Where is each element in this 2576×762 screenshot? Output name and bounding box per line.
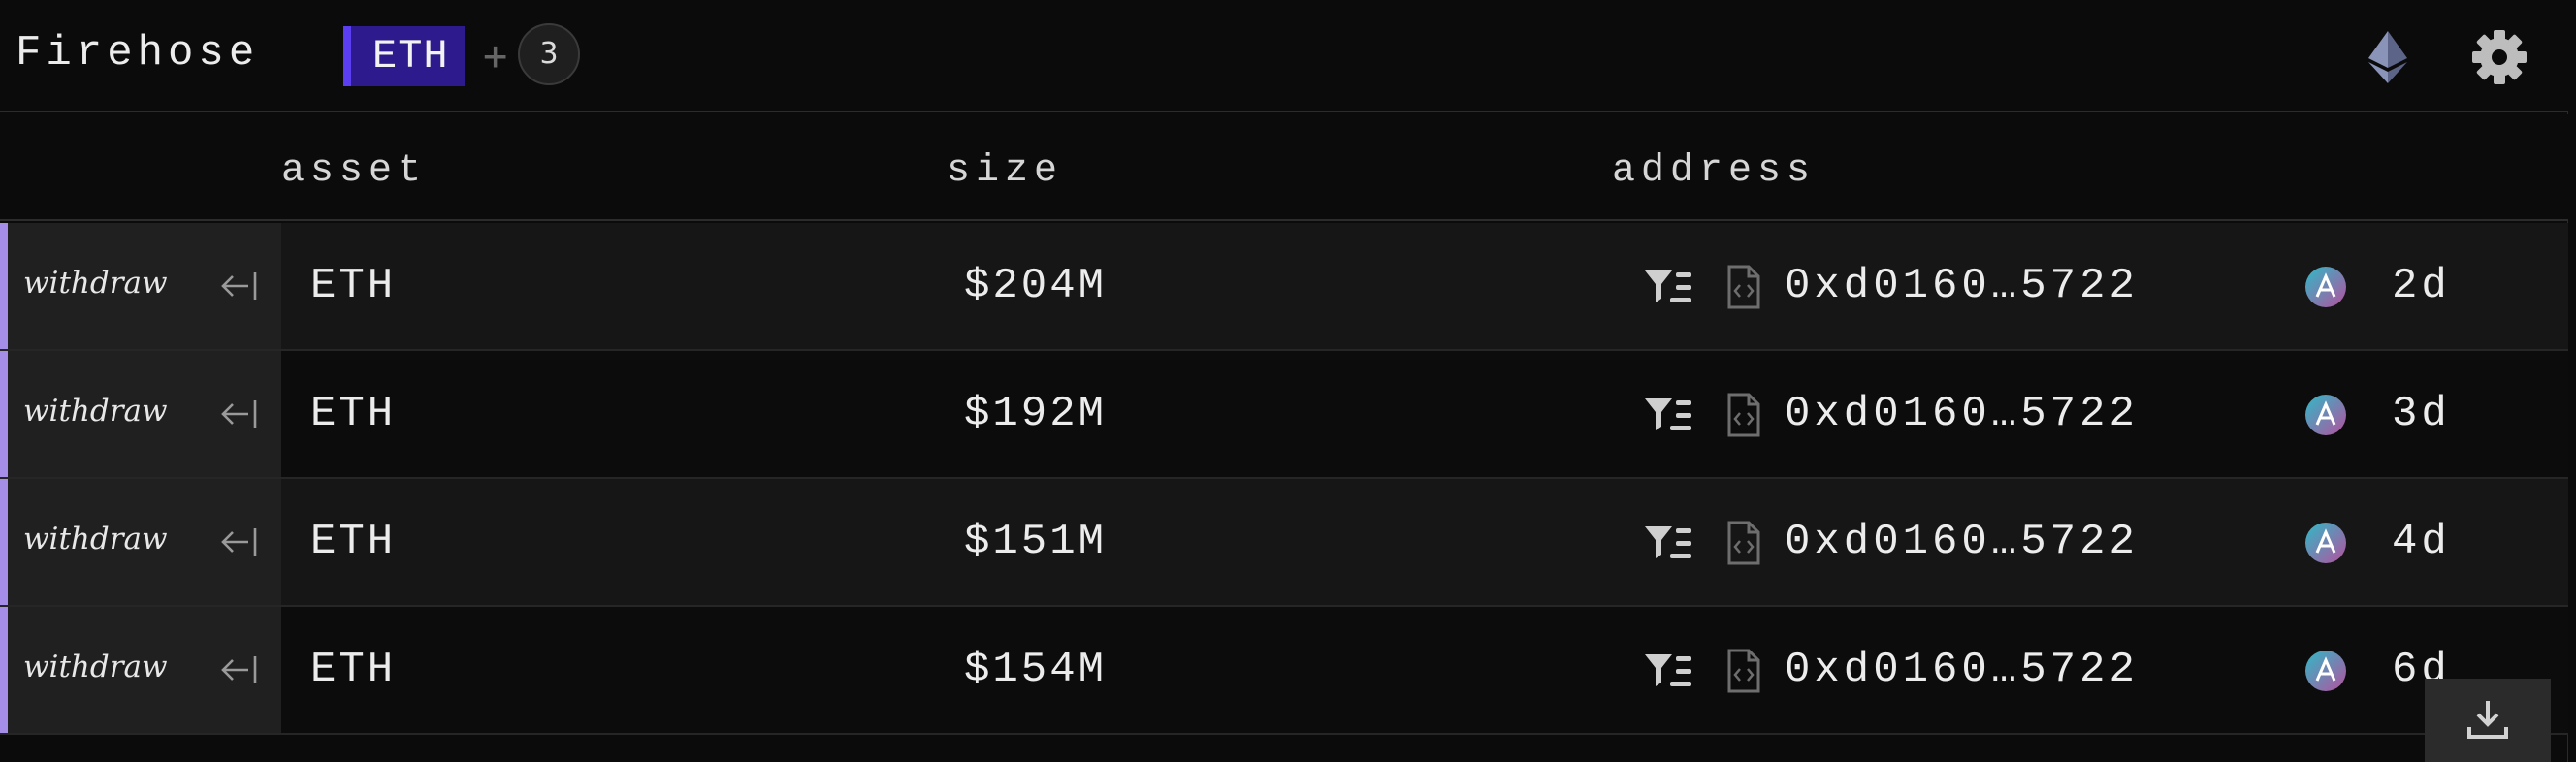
- table-row[interactable]: withdraw ETH $151M 0xd0160…5722 4d: [0, 479, 2568, 607]
- size-cell: $151M: [964, 518, 1108, 566]
- column-header-size[interactable]: size: [947, 149, 1063, 193]
- filter-list-icon[interactable]: [1643, 396, 1693, 436]
- row-type-label: withdraw: [23, 522, 168, 556]
- type-cell: withdraw: [8, 351, 281, 477]
- download-button[interactable]: [2425, 679, 2551, 762]
- aave-icon: [2305, 395, 2346, 435]
- age-cell: 3d: [2392, 390, 2451, 438]
- column-header-asset[interactable]: asset: [281, 149, 427, 193]
- asset-cell: ETH: [310, 262, 397, 310]
- row-accent: [0, 607, 8, 733]
- table-row[interactable]: withdraw ETH $192M 0xd0160…5722 3d: [0, 351, 2568, 479]
- aave-icon: [2305, 651, 2346, 691]
- download-icon: [2467, 701, 2508, 739]
- ethereum-icon[interactable]: [2365, 29, 2411, 85]
- address-cell[interactable]: 0xd0160…5722: [1785, 646, 2139, 694]
- table-row[interactable]: withdraw ETH $204M 0xd0160…5722 2d: [0, 223, 2568, 351]
- add-filter-button[interactable]: +: [483, 33, 507, 79]
- filter-list-icon[interactable]: [1643, 268, 1693, 308]
- top-bar: Firehose ETH + 3: [0, 0, 2568, 112]
- address-cell[interactable]: 0xd0160…5722: [1785, 518, 2139, 566]
- size-cell: $192M: [964, 390, 1108, 438]
- row-type-label: withdraw: [23, 394, 168, 429]
- type-cell: withdraw: [8, 607, 281, 733]
- filter-list-icon[interactable]: [1643, 524, 1693, 564]
- arrow-left-bar-icon: [221, 272, 257, 300]
- aave-icon: [2305, 267, 2346, 307]
- arrow-left-bar-icon: [221, 528, 257, 556]
- arrow-left-bar-icon: [221, 656, 257, 683]
- filter-list-icon[interactable]: [1643, 651, 1693, 692]
- asset-filter-chip[interactable]: ETH: [343, 26, 465, 86]
- age-cell: 4d: [2392, 518, 2451, 566]
- gear-icon[interactable]: [2471, 29, 2528, 85]
- code-file-icon[interactable]: [1726, 520, 1761, 566]
- code-file-icon[interactable]: [1726, 392, 1761, 438]
- code-file-icon[interactable]: [1726, 264, 1761, 310]
- row-type-label: withdraw: [23, 266, 168, 301]
- size-cell: $154M: [964, 646, 1108, 694]
- column-header-address[interactable]: address: [1612, 149, 1816, 193]
- age-cell: 2d: [2392, 262, 2451, 310]
- asset-cell: ETH: [310, 646, 397, 694]
- row-accent: [0, 479, 8, 605]
- app-title: Firehose: [16, 29, 260, 78]
- asset-cell: ETH: [310, 518, 397, 566]
- filter-count-badge[interactable]: 3: [518, 23, 580, 85]
- size-cell: $204M: [964, 262, 1108, 310]
- asset-cell: ETH: [310, 390, 397, 438]
- type-cell: withdraw: [8, 479, 281, 605]
- code-file-icon[interactable]: [1726, 648, 1761, 694]
- row-accent: [0, 223, 8, 349]
- address-cell[interactable]: 0xd0160…5722: [1785, 262, 2139, 310]
- column-headers: asset size address: [0, 114, 2568, 221]
- firehose-app: Firehose ETH + 3 asset size address with…: [0, 0, 2568, 762]
- aave-icon: [2305, 523, 2346, 563]
- row-accent: [0, 351, 8, 477]
- row-type-label: withdraw: [23, 650, 168, 684]
- arrow-left-bar-icon: [221, 400, 257, 428]
- table-row[interactable]: withdraw ETH $154M 0xd0160…5722 6d: [0, 607, 2568, 735]
- type-cell: withdraw: [8, 223, 281, 349]
- address-cell[interactable]: 0xd0160…5722: [1785, 390, 2139, 438]
